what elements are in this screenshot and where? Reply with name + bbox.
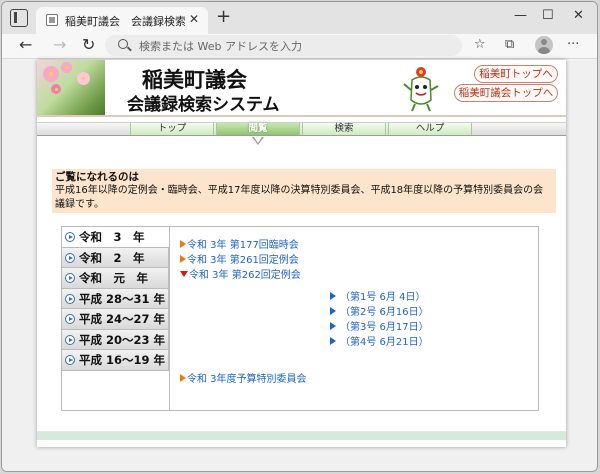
era-item[interactable]: 平成 24～27 年	[62, 309, 169, 330]
info-title: ご覧になれるのは	[55, 171, 139, 183]
mascot-icon	[403, 67, 439, 112]
nav-help[interactable]: ヘルプ	[388, 123, 472, 135]
refresh-button[interactable]: ↻	[82, 35, 95, 55]
meeting-link[interactable]: 令和 3年 第262回定例会	[180, 269, 301, 282]
triangle-right-icon	[330, 322, 336, 330]
tab-close-icon[interactable]: ✕	[189, 12, 199, 26]
triangle-right-icon	[180, 374, 186, 382]
meeting-label: 令和 3年 第177回臨時会	[187, 240, 299, 251]
tab-bar: 稲美町議会 会議録検索システム ✕ + — ☐ ✕	[2, 2, 597, 34]
nav-browse[interactable]: 閲覧	[216, 123, 300, 135]
era-item[interactable]: 令和 2 年	[62, 247, 169, 268]
nav-top[interactable]: トップ	[130, 123, 214, 135]
era-item[interactable]: 平成 20～23 年	[62, 329, 169, 350]
committee-link[interactable]: 令和 3年度予算特別委員会	[180, 373, 307, 386]
nav-search[interactable]: 検索	[302, 123, 386, 135]
main-nav: トップ 閲覧 検索 ヘルプ	[37, 122, 566, 136]
meeting-link[interactable]: 令和 3年 第261回定例会	[180, 254, 299, 267]
address-input[interactable]: 検索または Web アドレスを入力	[105, 35, 462, 56]
triangle-right-icon	[180, 240, 186, 248]
play-circle-icon	[65, 334, 75, 345]
triangle-right-icon	[180, 255, 186, 263]
era-item[interactable]: 令和 3 年	[62, 227, 169, 248]
play-circle-icon	[65, 314, 75, 324]
triangle-right-icon	[330, 307, 336, 315]
address-bar: ← → ↻ 検索または Web アドレスを入力 ☆ ⧉ ···	[2, 34, 597, 59]
meeting-list: 令和 3年 第177回臨時会 令和 3年 第261回定例会 令和 3年 第262…	[169, 227, 540, 410]
era-label: 令和 3 年	[79, 230, 145, 244]
site-subtitle: 会議録検索システム	[127, 95, 280, 115]
address-placeholder: 検索または Web アドレスを入力	[139, 40, 302, 53]
council-top-link[interactable]: 稲美町議会トップへ	[454, 84, 558, 102]
era-label: 平成 24～27 年	[79, 312, 166, 326]
era-label: 平成 20～23 年	[79, 332, 166, 347]
era-item[interactable]: 令和 元 年	[62, 268, 169, 289]
play-circle-icon	[65, 252, 75, 263]
tab-title: 稲美町議会 会議録検索システム	[65, 15, 185, 28]
meeting-link[interactable]: 令和 3年 第177回臨時会	[180, 239, 299, 252]
browser-tab[interactable]: 稲美町議会 会議録検索システム ✕	[36, 7, 208, 34]
favicon-icon	[46, 14, 58, 26]
play-circle-icon	[65, 293, 75, 304]
session-link[interactable]: （第1号 6月 4日）	[330, 291, 425, 304]
collections-icon[interactable]: ⧉	[505, 37, 514, 53]
close-window-button[interactable]: ✕	[573, 8, 584, 23]
meeting-label: 令和 3年 第261回定例会	[187, 255, 299, 266]
era-item[interactable]: 平成 28～31 年	[62, 288, 169, 309]
browse-panel: 令和 3 年 令和 2 年 令和 元 年 平成 28～31 年 平成 24～27…	[61, 226, 539, 411]
session-label: （第3号 6月17日）	[340, 322, 429, 333]
browser-window: 稲美町議会 会議録検索システム ✕ + — ☐ ✕ ← → ↻ 検索または We…	[1, 1, 598, 472]
triangle-down-icon	[180, 271, 188, 277]
session-link[interactable]: （第3号 6月17日）	[330, 321, 429, 334]
session-label: （第4号 6月21日）	[340, 337, 429, 348]
triangle-right-icon	[330, 337, 336, 345]
more-menu-icon[interactable]: ···	[567, 37, 579, 53]
meeting-label: 令和 3年 第262回定例会	[189, 270, 301, 281]
back-button[interactable]: ←	[19, 35, 32, 55]
session-label: （第2号 6月16日）	[340, 307, 429, 318]
era-label: 令和 2 年	[79, 250, 145, 265]
era-label: 平成 28～31 年	[79, 291, 166, 306]
era-label: 令和 元 年	[79, 271, 148, 285]
cosmos-flower-image	[37, 60, 105, 115]
forward-button[interactable]: →	[53, 35, 66, 55]
committee-label: 令和 3年度予算特別委員会	[187, 374, 307, 385]
search-icon	[118, 39, 128, 49]
play-circle-icon	[65, 232, 75, 242]
era-label: 平成 16～19 年	[79, 353, 166, 367]
site-container: 稲美町議会 会議録検索システム 稲美町トップへ 稲美町議会トップへ トップ 閲覧…	[37, 60, 566, 447]
era-item[interactable]: 平成 16～19 年	[62, 350, 169, 371]
favorites-icon[interactable]: ☆	[474, 37, 486, 53]
play-circle-icon	[65, 355, 75, 365]
town-top-link[interactable]: 稲美町トップへ	[474, 65, 558, 83]
play-circle-icon	[65, 273, 75, 283]
nav-active-pointer-icon	[252, 137, 264, 145]
minimize-button[interactable]: —	[514, 8, 527, 23]
info-text: 平成16年以降の定例会・臨時会、平成17年度以降の決算特別委員会、平成18年度以…	[55, 185, 544, 210]
maximize-button[interactable]: ☐	[542, 8, 554, 23]
new-tab-button[interactable]: +	[216, 8, 231, 26]
triangle-right-icon	[330, 292, 336, 300]
footer-bar	[37, 431, 566, 440]
session-label: （第1号 6月 4日）	[340, 292, 426, 303]
site-header: 稲美町議会 会議録検索システム 稲美町トップへ 稲美町議会トップへ	[37, 60, 566, 117]
session-link[interactable]: （第4号 6月21日）	[330, 336, 429, 349]
info-box: ご覧になれるのは 平成16年以降の定例会・臨時会、平成17年度以降の決算特別委員…	[52, 169, 556, 213]
era-list: 令和 3 年 令和 2 年 令和 元 年 平成 28～31 年 平成 24～27…	[62, 227, 169, 371]
session-link[interactable]: （第2号 6月16日）	[330, 306, 429, 319]
sidebar-toggle-icon[interactable]	[10, 9, 28, 27]
profile-avatar[interactable]	[535, 36, 553, 54]
page-viewport: 稲美町議会 会議録検索システム 稲美町トップへ 稲美町議会トップへ トップ 閲覧…	[2, 60, 597, 471]
